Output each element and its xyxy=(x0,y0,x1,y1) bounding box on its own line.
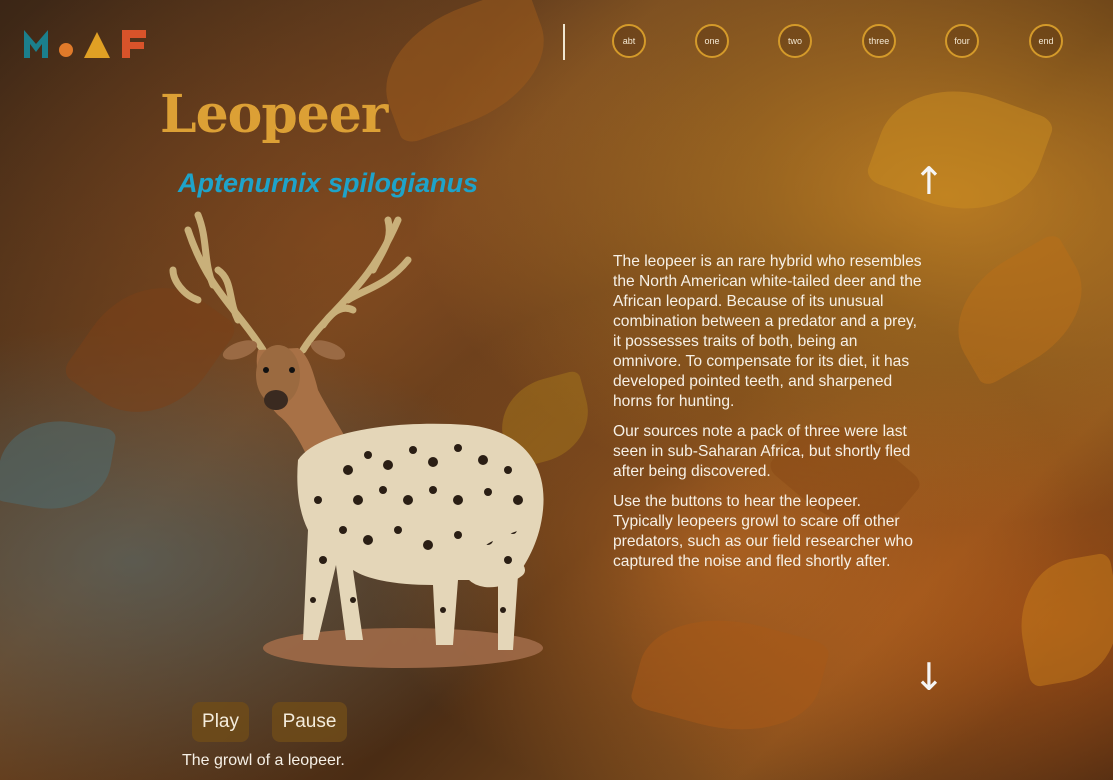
description-paragraph: Use the buttons to hear the leopeer. Typ… xyxy=(613,493,913,570)
arrow-up-icon[interactable]: ↑ xyxy=(913,162,945,200)
nav-item-abt[interactable]: abt xyxy=(612,24,646,58)
chapter-nav: abt one two three four end xyxy=(563,22,1083,62)
arrow-down-icon[interactable]: ↓ xyxy=(913,658,945,696)
nav-item-one[interactable]: one xyxy=(695,24,729,58)
nav-item-end[interactable]: end xyxy=(1029,24,1063,58)
nav-divider xyxy=(563,24,565,60)
scientific-name: Aptenurnix spilogianus xyxy=(178,168,479,198)
nav-item-two[interactable]: two xyxy=(778,24,812,58)
leopeer-image xyxy=(169,211,544,668)
page-title: Leopeer xyxy=(160,84,388,145)
description-paragraph: The leopeer is an rare hybrid who resemb… xyxy=(613,253,922,410)
audio-caption: The growl of a leopeer. xyxy=(182,752,345,769)
logo-mark xyxy=(24,30,146,58)
description: The leopeer is an rare hybrid who resemb… xyxy=(613,252,923,582)
nav-item-three[interactable]: three xyxy=(862,24,896,58)
site-logo[interactable] xyxy=(24,30,146,58)
description-paragraph: Our sources note a pack of three were la… xyxy=(613,423,911,480)
nav-item-four[interactable]: four xyxy=(945,24,979,58)
play-button[interactable]: Play xyxy=(192,702,249,742)
pause-button[interactable]: Pause xyxy=(272,702,347,742)
